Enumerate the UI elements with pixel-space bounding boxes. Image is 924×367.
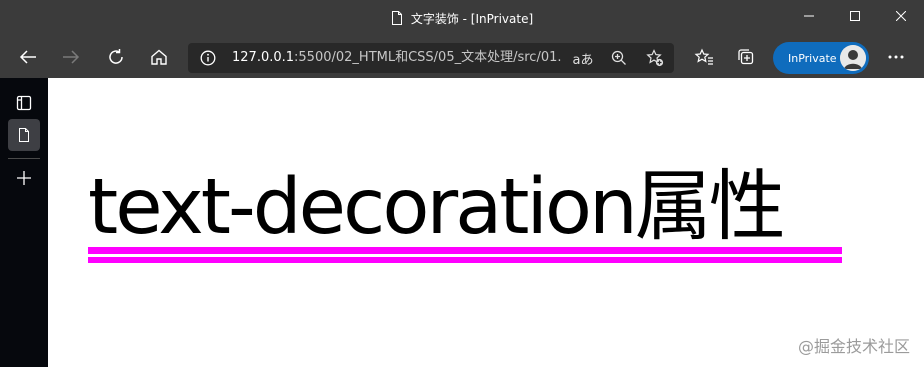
url-path: :5500/02_HTML和CSS/05_文本处理/src/01... [294,50,562,65]
avatar [840,45,866,71]
site-info-icon[interactable] [200,50,216,66]
inprivate-label: InPrivate [788,51,837,65]
page-icon [391,11,402,25]
arrow-left-icon [19,50,36,64]
close-button[interactable] [878,0,924,32]
sidebar-divider [8,158,40,159]
title-bar: 文字装饰 - [InPrivate] [0,0,924,36]
page-heading: text-decoration属性 [88,163,786,252]
refresh-icon [109,49,123,64]
inprivate-button[interactable]: InPrivate [773,42,869,74]
url-host: 127.0.0.1 [232,50,295,65]
more-icon [888,55,904,59]
zoom-button[interactable] [608,47,630,69]
favorites-button[interactable] [687,40,721,74]
favorites-icon [694,48,713,65]
add-favorite-button[interactable] [644,47,666,69]
url-text[interactable]: 127.0.0.1:5500/02_HTML和CSS/05_文本处理/src/0… [232,43,562,73]
maximize-icon [850,11,860,21]
collections-icon [738,49,754,65]
decoration-line-bottom [88,257,842,263]
page-content: text-decoration属性 [48,78,924,367]
maximize-button[interactable] [832,0,878,32]
page-icon [19,128,29,142]
new-tab-button[interactable] [8,162,40,194]
tab-actions-button[interactable] [8,87,40,119]
refresh-button[interactable] [99,40,133,74]
arrow-right-icon [63,50,80,64]
window-title: 文字装饰 - [InPrivate] [410,11,534,26]
minimize-icon [804,15,814,17]
star-add-icon [646,49,664,67]
forward-button[interactable] [54,40,88,74]
close-icon [896,11,906,21]
zoom-in-icon [611,50,626,65]
watermark: @掘金技术社区 [797,337,910,356]
collections-button[interactable] [729,40,763,74]
more-options-button[interactable] [879,40,913,74]
read-aloud-button[interactable]: aあ [572,47,594,69]
profile-icon [840,45,866,71]
tab-current-page[interactable] [8,119,40,151]
plus-icon [17,171,31,185]
back-button[interactable] [11,40,45,74]
vertical-tab-sidebar [0,78,48,367]
home-button[interactable] [142,40,176,74]
address-bar[interactable]: 127.0.0.1:5500/02_HTML和CSS/05_文本处理/src/0… [188,43,674,73]
vertical-tabs-icon [16,95,32,111]
home-icon [151,49,167,65]
minimize-button[interactable] [786,0,832,32]
